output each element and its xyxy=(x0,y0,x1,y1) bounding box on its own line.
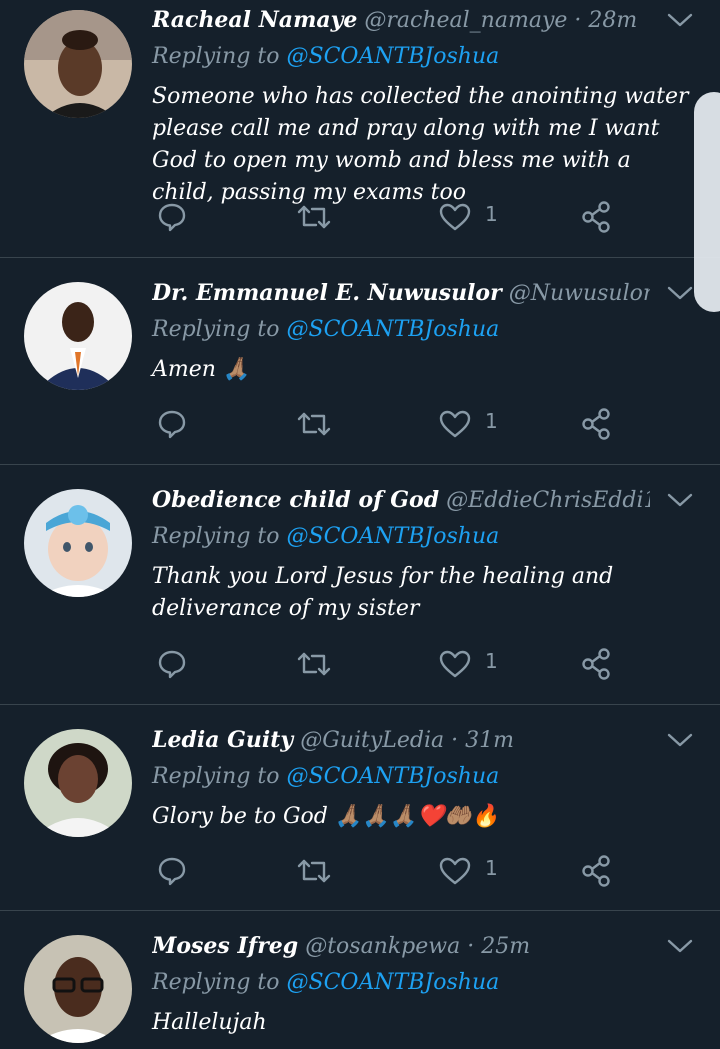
action-bar: 1 xyxy=(152,851,632,891)
replying-to-label: Replying to xyxy=(152,764,280,789)
share-button[interactable] xyxy=(580,197,620,237)
retweet-button[interactable] xyxy=(296,644,336,684)
separator: · xyxy=(451,728,459,753)
like-count: 1 xyxy=(485,856,498,880)
tweet-header: Racheal Namaye @racheal_namaye · 28m xyxy=(152,5,650,35)
retweet-icon xyxy=(297,652,331,676)
retweet-button[interactable] xyxy=(296,197,336,237)
scrollbar[interactable] xyxy=(694,92,720,312)
action-bar: 1 xyxy=(152,404,632,444)
avatar[interactable] xyxy=(24,489,132,597)
tweet-text: Someone who has collected the anointing … xyxy=(152,84,689,205)
tweet-header: Dr. Emmanuel E. Nuwusulor @NuwusulorDr ·… xyxy=(152,278,650,308)
avatar[interactable] xyxy=(24,935,132,1043)
separator: · xyxy=(467,934,475,959)
tweet-text: Hallelujah xyxy=(152,1010,267,1035)
replying-to-label: Replying to xyxy=(152,524,280,549)
tweet-header: Ledia Guity @GuityLedia · 31m xyxy=(152,725,650,755)
reply-icon xyxy=(158,857,186,886)
tweet[interactable]: Ledia Guity @GuityLedia · 31m Replying t… xyxy=(0,705,720,911)
tweet-text: Amen 🙏🏽 xyxy=(152,357,251,382)
user-handle[interactable]: @GuityLedia xyxy=(300,728,444,753)
tweet-header: Obedience child of God @EddieChrisEddi1 … xyxy=(152,485,650,515)
share-button[interactable] xyxy=(580,404,620,444)
like-button[interactable]: 1 xyxy=(438,404,508,444)
display-name[interactable]: Dr. Emmanuel E. Nuwusulor xyxy=(152,280,502,306)
share-icon xyxy=(582,201,610,233)
reply-icon xyxy=(158,650,186,679)
mention-link[interactable]: @SCOANTBJoshua xyxy=(287,970,500,995)
replying-to-line: Replying to @SCOANTBJoshua xyxy=(152,315,499,345)
heart-icon xyxy=(439,203,471,231)
mention-link[interactable]: @SCOANTBJoshua xyxy=(287,44,500,69)
user-handle[interactable]: @NuwusulorDr xyxy=(509,281,650,306)
reply-button[interactable] xyxy=(156,197,196,237)
reply-button[interactable] xyxy=(156,851,196,891)
user-handle[interactable]: @tosankpewa xyxy=(305,934,460,959)
tweet-text: Glory be to God 🙏🏽🙏🏽🙏🏽❤️🤲🏽🔥 xyxy=(152,804,500,829)
display-name[interactable]: Moses Ifreg xyxy=(152,933,298,959)
reply-icon xyxy=(158,203,186,232)
heart-icon xyxy=(439,410,471,438)
heart-icon xyxy=(439,650,471,678)
chevron-down-icon[interactable] xyxy=(666,730,694,750)
avatar[interactable] xyxy=(24,10,132,118)
timestamp[interactable]: 31m xyxy=(465,728,514,753)
tweet[interactable]: Obedience child of God @EddieChrisEddi1 … xyxy=(0,465,720,705)
mention-link[interactable]: @SCOANTBJoshua xyxy=(287,317,500,342)
replying-to-label: Replying to xyxy=(152,44,280,69)
tweet[interactable]: Moses Ifreg @tosankpewa · 25m Replying t… xyxy=(0,911,720,1049)
action-bar: 1 xyxy=(152,197,632,237)
avatar[interactable] xyxy=(24,282,132,390)
share-button[interactable] xyxy=(580,644,620,684)
timestamp[interactable]: 25m xyxy=(481,934,530,959)
like-count: 1 xyxy=(485,202,498,226)
like-button[interactable]: 1 xyxy=(438,644,508,684)
mention-link[interactable]: @SCOANTBJoshua xyxy=(287,764,500,789)
replying-to-line: Replying to @SCOANTBJoshua xyxy=(152,42,499,72)
display-name[interactable]: Obedience child of God xyxy=(152,487,439,513)
display-name[interactable]: Racheal Namaye xyxy=(152,7,357,33)
user-handle[interactable]: @racheal_namaye xyxy=(364,8,567,33)
like-button[interactable]: 1 xyxy=(438,197,508,237)
chevron-down-icon[interactable] xyxy=(666,490,694,510)
replying-to-label: Replying to xyxy=(152,317,280,342)
like-button[interactable]: 1 xyxy=(438,851,508,891)
action-bar: 1 xyxy=(152,644,632,684)
reply-button[interactable] xyxy=(156,404,196,444)
replying-to-label: Replying to xyxy=(152,970,280,995)
replying-to-line: Replying to @SCOANTBJoshua xyxy=(152,968,499,998)
tweet-header: Moses Ifreg @tosankpewa · 25m xyxy=(152,931,650,961)
retweet-icon xyxy=(297,859,331,883)
reply-icon xyxy=(158,410,186,439)
separator: · xyxy=(574,8,582,33)
avatar[interactable] xyxy=(24,729,132,837)
tweet[interactable]: Dr. Emmanuel E. Nuwusulor @NuwusulorDr ·… xyxy=(0,258,720,465)
chevron-down-icon[interactable] xyxy=(666,10,694,30)
timestamp[interactable]: 28m xyxy=(588,8,637,33)
share-icon xyxy=(582,855,610,887)
chevron-down-icon[interactable] xyxy=(666,936,694,956)
retweet-button[interactable] xyxy=(296,851,336,891)
heart-icon xyxy=(439,857,471,885)
reply-button[interactable] xyxy=(156,644,196,684)
tweet[interactable]: Racheal Namaye @racheal_namaye · 28m Rep… xyxy=(0,0,720,258)
share-icon xyxy=(582,648,610,680)
tweet-text: Thank you Lord Jesus for the healing and… xyxy=(152,564,614,621)
mention-link[interactable]: @SCOANTBJoshua xyxy=(287,524,500,549)
user-handle[interactable]: @EddieChrisEddi1 xyxy=(446,488,650,513)
share-button[interactable] xyxy=(580,851,620,891)
like-count: 1 xyxy=(485,409,498,433)
display-name[interactable]: Ledia Guity xyxy=(152,727,293,753)
chevron-down-icon[interactable] xyxy=(666,283,694,303)
replying-to-line: Replying to @SCOANTBJoshua xyxy=(152,762,499,792)
like-count: 1 xyxy=(485,649,498,673)
replying-to-line: Replying to @SCOANTBJoshua xyxy=(152,522,499,552)
retweet-icon xyxy=(297,412,331,436)
retweet-button[interactable] xyxy=(296,404,336,444)
retweet-icon xyxy=(297,205,331,229)
share-icon xyxy=(582,408,610,440)
